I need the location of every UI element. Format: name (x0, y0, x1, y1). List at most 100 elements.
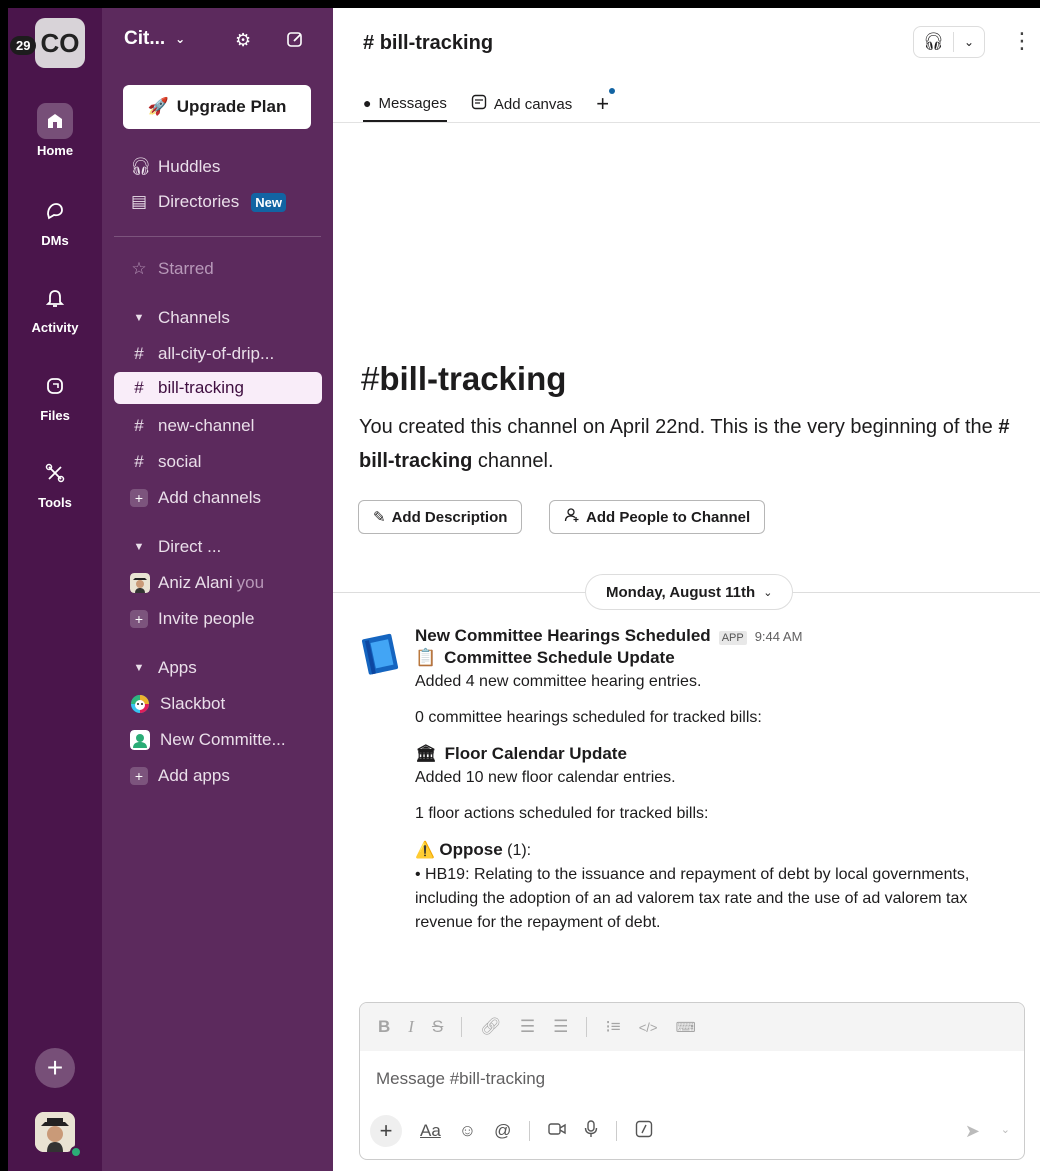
add-description-button[interactable]: ✎ Add Description (358, 500, 523, 534)
formatting-toolbar: B I S 🔗︎ ☰ ☰ ⁝≡ </> ⌨︎ (360, 1003, 1024, 1051)
compose-icon[interactable] (286, 30, 304, 53)
tabbar-divider (333, 122, 1040, 123)
committee-tracked-text: 0 committee hearings scheduled for track… (415, 709, 762, 726)
user-avatar-small (130, 573, 150, 593)
tab-label: Messages (378, 94, 447, 112)
sidebar-channel-social[interactable]: # social (114, 446, 322, 478)
gear-icon[interactable]: ⚙ (235, 30, 251, 51)
app-avatar[interactable] (359, 632, 403, 676)
dm-user-name: Aniz Alani (158, 573, 233, 592)
intro-text-after: channel. (472, 450, 554, 472)
headphones-icon: 🎧︎ (914, 32, 954, 52)
rail-dms[interactable]: DMs (8, 193, 102, 248)
tab-messages[interactable]: ● Messages (363, 86, 447, 122)
pencil-icon: ✎ (373, 509, 386, 526)
star-icon: ☆ (131, 259, 147, 278)
add-channels-button[interactable]: + Add channels (114, 482, 322, 514)
toolbar-separator (616, 1121, 618, 1141)
rail-home-label: Home (36, 143, 74, 158)
add-apps-button[interactable]: + Add apps (114, 760, 322, 792)
text-format-icon[interactable]: Aa (420, 1121, 441, 1141)
rail-activity[interactable]: Activity (8, 280, 102, 335)
workspace-avatar[interactable]: CO (35, 18, 85, 68)
sidebar-dm-aniz-alani[interactable]: Aniz Alani you (114, 567, 322, 599)
tab-label: Add canvas (493, 95, 573, 113)
channel-intro-name: bill-tracking (379, 360, 567, 397)
rail-tools[interactable]: Tools (8, 455, 102, 510)
message-input[interactable]: Message #bill-tracking (376, 1069, 545, 1089)
message-sender[interactable]: New Committee Hearings Scheduled (415, 626, 711, 646)
floor-heading: 🏛 Floor Calendar Update (415, 742, 1025, 766)
sidebar-app-slackbot[interactable]: Slackbot (114, 688, 322, 720)
sidebar-channel-all-city[interactable]: # all-city-of-drip... (114, 338, 322, 370)
sidebar-item-directories[interactable]: ▤ Directories New (114, 186, 322, 218)
add-people-button[interactable]: Add People to Channel (549, 500, 766, 534)
intro-text-before: You created this channel on April 22nd. … (359, 416, 999, 438)
channel-main: # bill-tracking 🎧︎ ⌄ ⋮ ● Messages Add ca… (333, 8, 1040, 1171)
slash-command-icon[interactable] (635, 1120, 653, 1143)
building-icon: 🏛 (415, 744, 437, 763)
user-avatar[interactable] (35, 1112, 75, 1152)
add-apps-label: Add apps (158, 766, 230, 785)
ordered-list-icon[interactable]: ☰ (520, 1017, 535, 1037)
channel-label: all-city-of-drip... (158, 344, 275, 363)
sidebar-channel-new-channel[interactable]: # new-channel (114, 410, 322, 442)
blockquote-icon[interactable]: ⁝≡ (605, 1017, 620, 1037)
chevron-down-icon[interactable]: ⌄ (954, 35, 984, 49)
strikethrough-icon[interactable]: S (432, 1017, 443, 1037)
message-timestamp[interactable]: 9:44 AM (755, 629, 803, 644)
sidebar-item-starred[interactable]: ☆ Starred (114, 253, 322, 285)
section-label: Apps (158, 658, 197, 677)
direct-messages-section-toggle[interactable]: ▼ Direct ... (114, 531, 322, 563)
sidebar-app-new-committee[interactable]: New Committe... (114, 724, 322, 756)
bill-entry: • HB19: Relating to the issuance and rep… (415, 866, 970, 931)
add-description-label: Add Description (391, 508, 508, 526)
video-icon[interactable] (548, 1121, 567, 1142)
microphone-icon[interactable] (584, 1119, 598, 1143)
tab-add-canvas[interactable]: Add canvas (471, 86, 572, 122)
date-label: Monday, August 11th (606, 583, 756, 601)
presence-indicator (70, 1146, 82, 1158)
caret-down-icon: ▼ (133, 541, 145, 553)
bell-icon (37, 280, 73, 316)
invite-people-button[interactable]: + Invite people (114, 603, 322, 635)
upgrade-plan-button[interactable]: 🚀 Upgrade Plan (123, 85, 311, 129)
hash-icon: # (363, 32, 380, 54)
attach-plus-button[interactable]: + (370, 1115, 402, 1147)
send-icon[interactable]: ➤ (965, 1121, 980, 1142)
channel-intro-title: #bill-tracking (361, 360, 567, 397)
more-options-icon[interactable]: ⋮ (1011, 28, 1033, 54)
add-tab-button[interactable]: + (596, 86, 616, 122)
channel-label: new-channel (158, 416, 255, 435)
huddle-button[interactable]: 🎧︎ ⌄ (913, 26, 985, 58)
add-channels-label: Add channels (158, 488, 262, 507)
emoji-icon[interactable]: ☺ (459, 1121, 476, 1141)
add-workspace-button[interactable]: + (35, 1048, 75, 1088)
italic-icon[interactable]: I (408, 1017, 414, 1037)
sidebar-item-huddles[interactable]: 🎧︎ Huddles (114, 151, 322, 183)
bold-icon[interactable]: B (378, 1017, 390, 1037)
channel-header-title[interactable]: # bill-tracking (363, 32, 493, 55)
code-icon[interactable]: </> (639, 1020, 658, 1035)
chevron-down-icon[interactable]: ⌄ (1001, 1123, 1010, 1136)
code-block-icon[interactable]: ⌨︎ (676, 1019, 696, 1036)
mention-icon[interactable]: @ (494, 1121, 511, 1141)
rail-files-label: Files (40, 408, 70, 423)
channels-section-toggle[interactable]: ▼ Channels (114, 302, 322, 334)
channel-label: bill-tracking (158, 378, 244, 397)
plus-icon: + (130, 489, 148, 507)
link-icon[interactable]: 🔗︎ (480, 1017, 502, 1037)
sidebar-item-label: Directories (158, 192, 240, 211)
message-header: New Committee Hearings Scheduled APP 9:4… (415, 626, 1025, 646)
workspace-switcher[interactable]: Cit... ⌄ (124, 28, 185, 50)
apps-section-toggle[interactable]: ▼ Apps (114, 652, 322, 684)
bulleted-list-icon[interactable]: ☰ (553, 1017, 568, 1037)
caret-down-icon: ▼ (133, 312, 145, 324)
tools-icon (37, 455, 73, 491)
sidebar-channel-bill-tracking[interactable]: # bill-tracking (114, 372, 322, 404)
hash-icon: # (134, 452, 144, 471)
date-divider-pill[interactable]: Monday, August 11th ⌄ (585, 574, 794, 610)
chevron-down-icon: ⌄ (175, 32, 186, 46)
rail-files[interactable]: Files (8, 368, 102, 423)
rail-home[interactable]: Home (8, 103, 102, 158)
